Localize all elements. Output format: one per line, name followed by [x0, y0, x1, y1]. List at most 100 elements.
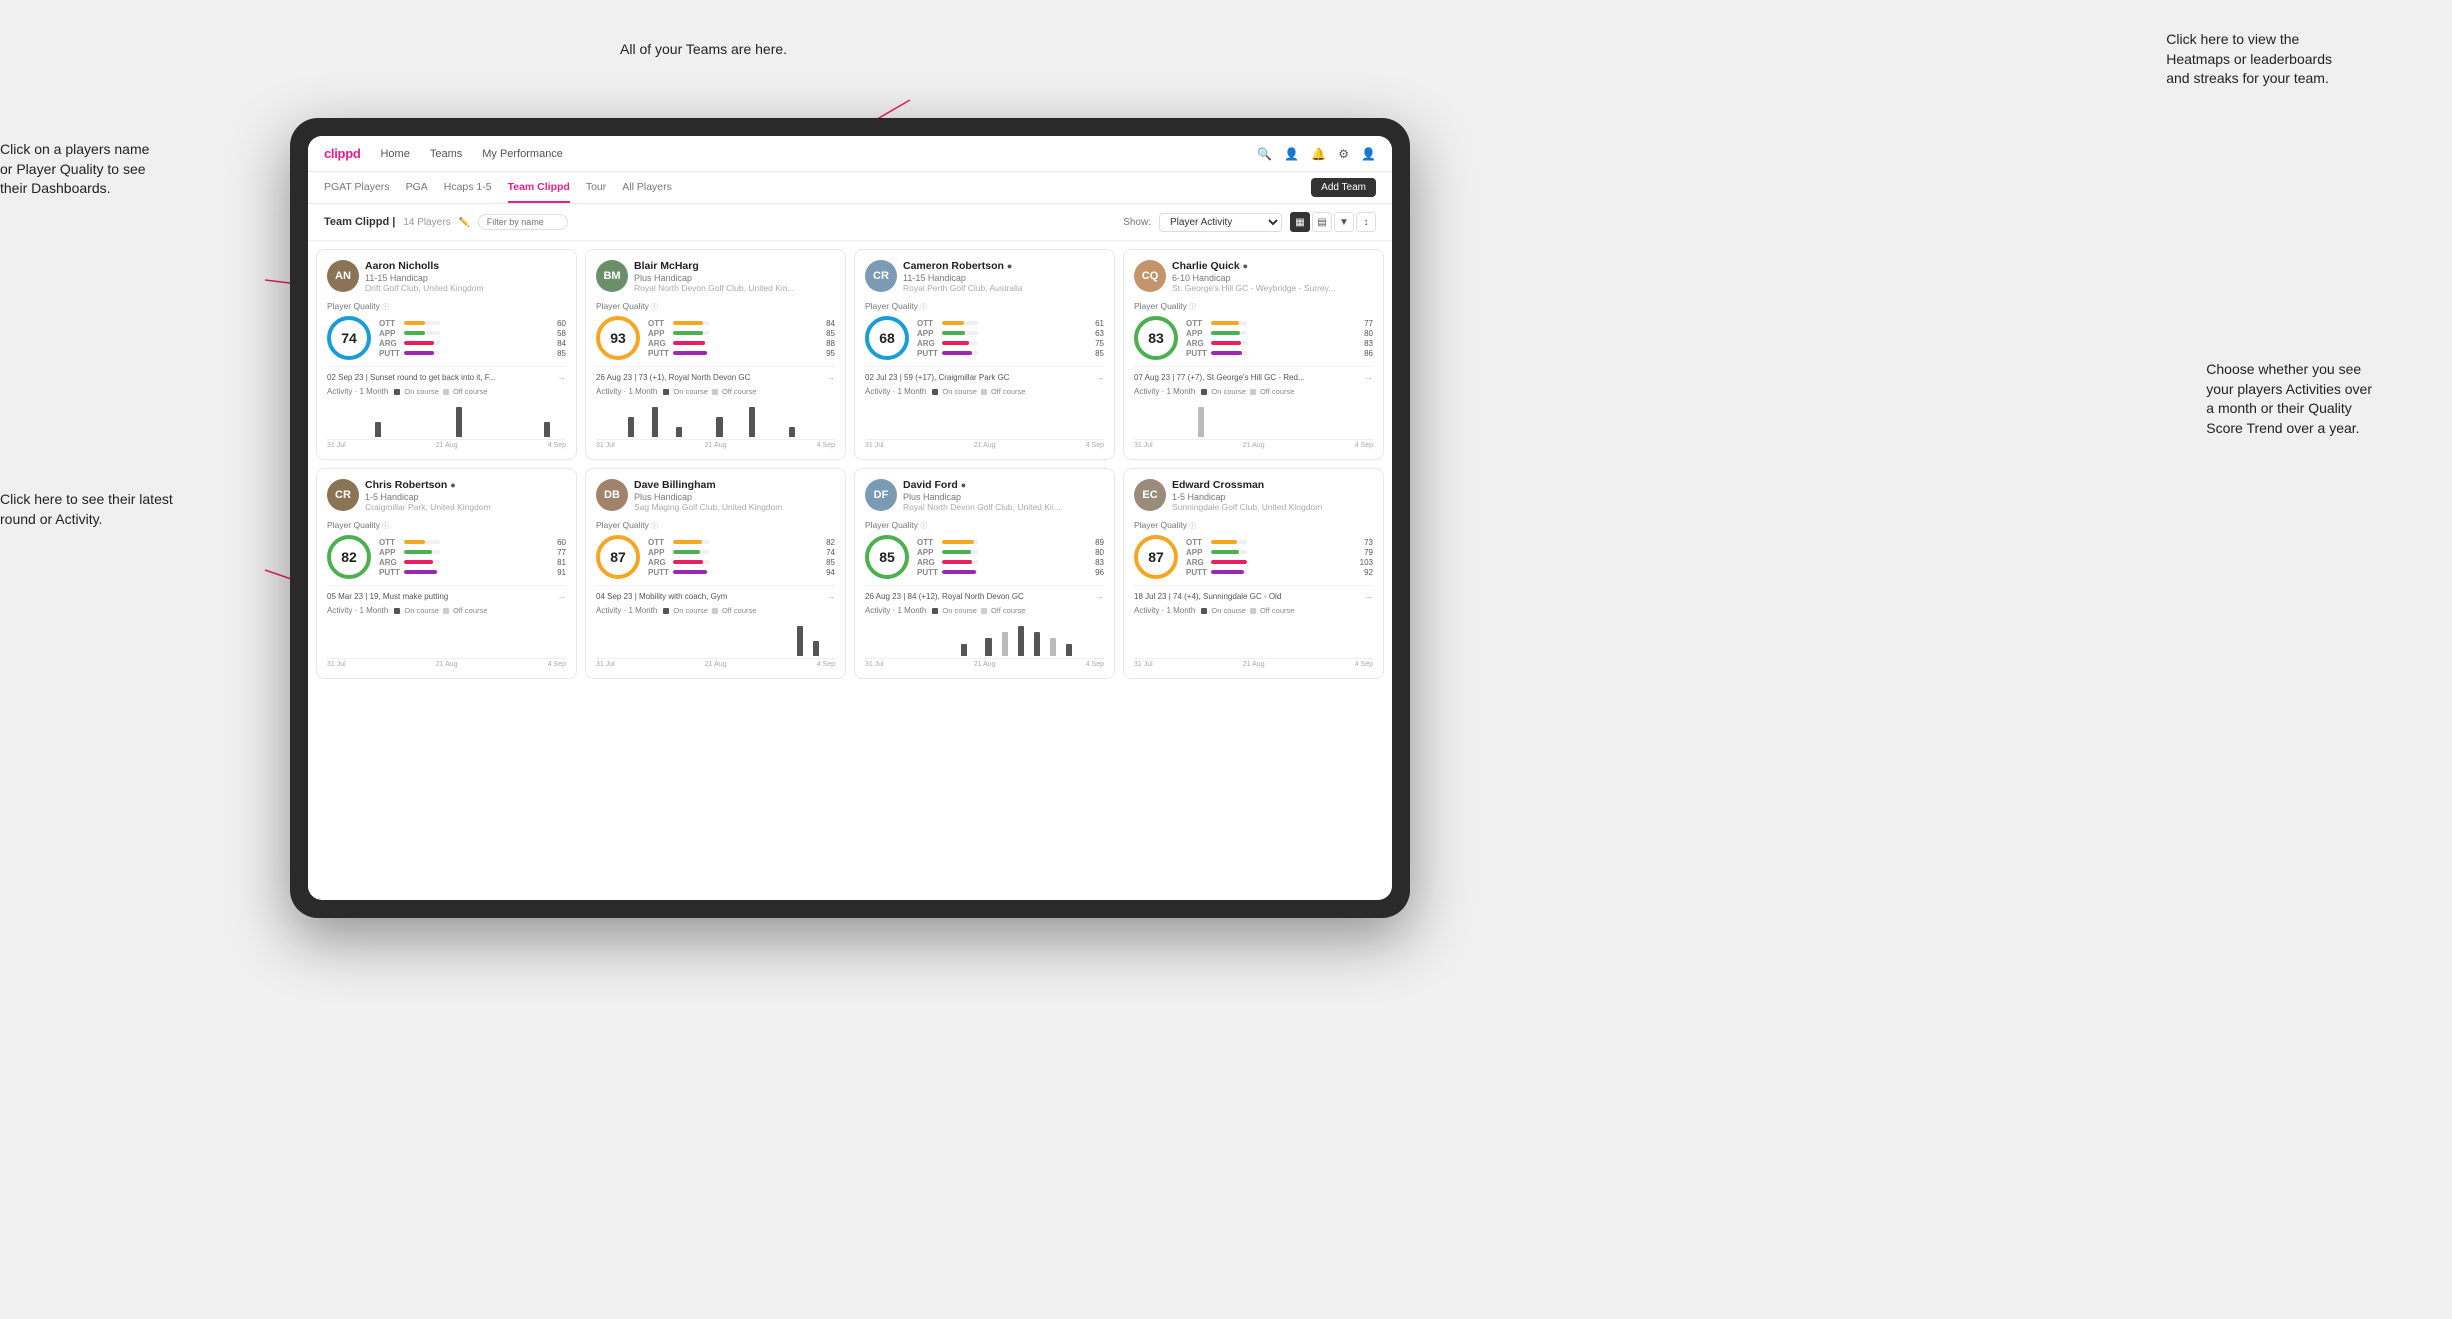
tab-hcaps[interactable]: Hcaps 1-5	[444, 172, 492, 203]
activity-label: Activity · 1 Month	[865, 606, 926, 615]
app-val: 63	[982, 329, 1104, 338]
putt-bar	[673, 570, 709, 574]
off-course-dot	[712, 389, 718, 395]
ott-bar	[942, 321, 978, 325]
player-handicap: 11-15 Handicap	[903, 273, 1104, 283]
show-select[interactable]: Player Activity Quality Score Trend	[1159, 213, 1282, 232]
logo[interactable]: clippd	[324, 146, 360, 161]
chart-area	[1134, 400, 1373, 440]
activity-header: Activity · 1 Month On course Off course	[327, 387, 566, 396]
ott-bar	[404, 321, 440, 325]
quality-circle[interactable]: 68	[865, 316, 909, 360]
ott-label: OTT	[648, 538, 669, 547]
ott-val: 60	[444, 319, 566, 328]
player-card[interactable]: CR Chris Robertson ● 1-5 Handicap Craigm…	[316, 468, 577, 679]
user-icon[interactable]: 👤	[1361, 147, 1376, 161]
ott-label: OTT	[379, 319, 400, 328]
player-card[interactable]: BM Blair McHarg Plus Handicap Royal Nort…	[585, 249, 846, 460]
activity-label: Activity · 1 Month	[327, 387, 388, 396]
last-round[interactable]: 02 Jul 23 | 59 (+17), Craigmillar Park G…	[865, 366, 1104, 382]
player-card[interactable]: CQ Charlie Quick ● 6-10 Handicap St. Geo…	[1123, 249, 1384, 460]
tab-all-players[interactable]: All Players	[622, 172, 672, 203]
player-name[interactable]: Cameron Robertson ●	[903, 260, 1104, 272]
notification-icon[interactable]: 🔔	[1311, 147, 1326, 161]
tab-pga[interactable]: PGA	[406, 172, 428, 203]
chart-labels: 31 Jul 21 Aug 4 Sep	[327, 442, 566, 449]
add-team-button[interactable]: Add Team	[1311, 178, 1376, 197]
last-round[interactable]: 04 Sep 23 | Mobility with coach, Gym →	[596, 585, 835, 601]
player-name[interactable]: Blair McHarg	[634, 260, 835, 272]
player-name[interactable]: Aaron Nicholls	[365, 260, 566, 272]
activity-section: Activity · 1 Month On course Off course …	[327, 606, 566, 668]
last-round[interactable]: 18 Jul 23 | 74 (+4), Sunningdale GC - Ol…	[1134, 585, 1373, 601]
quality-circle[interactable]: 93	[596, 316, 640, 360]
player-name[interactable]: Edward Crossman	[1172, 479, 1373, 491]
on-course-dot	[663, 608, 669, 614]
last-round[interactable]: 02 Sep 23 | Sunset round to get back int…	[327, 366, 566, 382]
ott-val: 84	[713, 319, 835, 328]
player-name[interactable]: Chris Robertson ●	[365, 479, 566, 491]
app-bar	[1211, 331, 1247, 335]
quality-circle[interactable]: 85	[865, 535, 909, 579]
quality-section: 82 OTT 60 APP 77 ARG 81 PUTT 91	[327, 535, 566, 579]
quality-circle[interactable]: 87	[596, 535, 640, 579]
tab-pgat[interactable]: PGAT Players	[324, 172, 390, 203]
last-round[interactable]: 07 Aug 23 | 77 (+7), St George's Hill GC…	[1134, 366, 1373, 382]
stats-grid: OTT 77 APP 80 ARG 83 PUTT 86	[1186, 319, 1373, 358]
activity-label: Activity · 1 Month	[1134, 387, 1195, 396]
nav-teams[interactable]: Teams	[430, 148, 462, 160]
player-handicap: 1-5 Handicap	[365, 492, 566, 502]
stats-grid: OTT 73 APP 79 ARG 103 PUTT 92	[1186, 538, 1373, 577]
arg-label: ARG	[648, 339, 669, 348]
last-round-text: 18 Jul 23 | 74 (+4), Sunningdale GC - Ol…	[1134, 592, 1364, 601]
chart-label-mid: 21 Aug	[974, 442, 996, 449]
quality-circle[interactable]: 74	[327, 316, 371, 360]
app-label: APP	[917, 329, 938, 338]
quality-circle[interactable]: 82	[327, 535, 371, 579]
grid-view-icon[interactable]: ▦	[1290, 212, 1310, 232]
player-card[interactable]: DF David Ford ● Plus Handicap Royal Nort…	[854, 468, 1115, 679]
player-card[interactable]: AN Aaron Nicholls 11-15 Handicap Drift G…	[316, 249, 577, 460]
player-card[interactable]: CR Cameron Robertson ● 11-15 Handicap Ro…	[854, 249, 1115, 460]
search-input[interactable]	[478, 214, 568, 230]
arg-bar	[404, 341, 440, 345]
sort-icon[interactable]: ↕	[1356, 212, 1376, 232]
settings-icon[interactable]: ⚙	[1338, 147, 1349, 161]
chart-area	[596, 400, 835, 440]
activity-legend: On course Off course	[663, 606, 756, 615]
activity-header: Activity · 1 Month On course Off course	[1134, 606, 1373, 615]
activity-header: Activity · 1 Month On course Off course	[865, 387, 1104, 396]
arg-val: 75	[982, 339, 1104, 348]
putt-val: 91	[444, 568, 566, 577]
player-name[interactable]: Charlie Quick ●	[1172, 260, 1373, 272]
stats-grid: OTT 61 APP 63 ARG 75 PUTT 85	[917, 319, 1104, 358]
filter-icon[interactable]: ▼	[1334, 212, 1354, 232]
activity-label: Activity · 1 Month	[865, 387, 926, 396]
last-round[interactable]: 05 Mar 23 | 19, Must make putting →	[327, 585, 566, 601]
nav-performance[interactable]: My Performance	[482, 148, 563, 160]
putt-bar	[673, 351, 709, 355]
activity-legend: On course Off course	[1201, 606, 1294, 615]
edit-icon[interactable]: ✏️	[459, 217, 470, 228]
quality-circle[interactable]: 87	[1134, 535, 1178, 579]
player-card[interactable]: DB Dave Billingham Plus Handicap Sag Mag…	[585, 468, 846, 679]
list-view-icon[interactable]: ▤	[1312, 212, 1332, 232]
player-name[interactable]: David Ford ●	[903, 479, 1104, 491]
tab-tour[interactable]: Tour	[586, 172, 606, 203]
putt-label: PUTT	[917, 349, 938, 358]
last-round[interactable]: 26 Aug 23 | 84 (+12), Royal North Devon …	[865, 585, 1104, 601]
search-icon[interactable]: 🔍	[1257, 147, 1272, 161]
activity-section: Activity · 1 Month On course Off course …	[596, 387, 835, 449]
stats-grid: OTT 84 APP 85 ARG 88 PUTT 95	[648, 319, 835, 358]
profile-icon[interactable]: 👤	[1284, 147, 1299, 161]
player-card[interactable]: EC Edward Crossman 1-5 Handicap Sunningd…	[1123, 468, 1384, 679]
next-icon: →	[557, 591, 566, 601]
quality-circle[interactable]: 83	[1134, 316, 1178, 360]
tab-team-clippd[interactable]: Team Clippd	[508, 172, 570, 203]
next-icon: →	[1364, 372, 1373, 382]
player-name[interactable]: Dave Billingham	[634, 479, 835, 491]
last-round[interactable]: 26 Aug 23 | 73 (+1), Royal North Devon G…	[596, 366, 835, 382]
last-round-text: 26 Aug 23 | 73 (+1), Royal North Devon G…	[596, 373, 826, 382]
chart-labels: 31 Jul 21 Aug 4 Sep	[865, 661, 1104, 668]
nav-home[interactable]: Home	[380, 148, 409, 160]
